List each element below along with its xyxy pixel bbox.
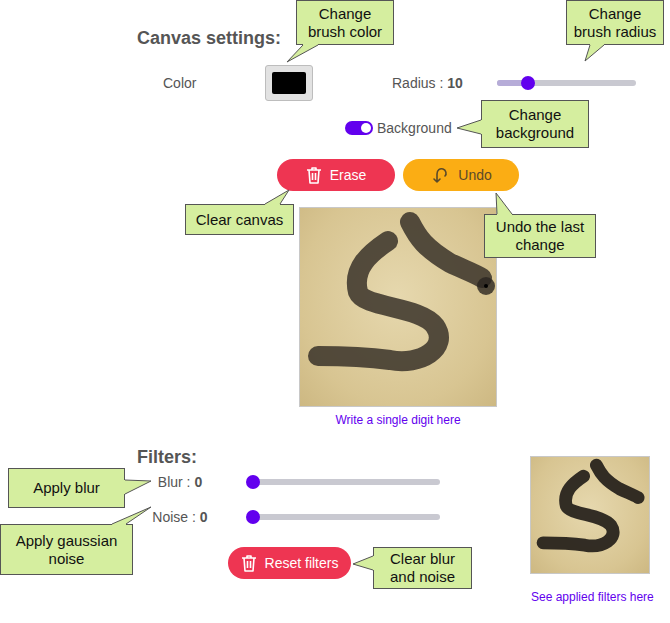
trash-icon — [241, 554, 257, 572]
noise-slider[interactable] — [253, 514, 440, 520]
annotation-callout: Apply gaussian noise — [0, 524, 133, 575]
radius-label: Radius : 10 — [392, 74, 497, 92]
callout-pointer — [112, 507, 151, 526]
drawing-canvas[interactable] — [299, 207, 497, 407]
blur-label: Blur : 0 — [140, 473, 220, 491]
callout-pointer — [123, 480, 151, 494]
slider-thumb[interactable] — [246, 510, 260, 524]
background-toggle[interactable] — [345, 121, 373, 135]
callout-pointer-outline — [496, 193, 512, 214]
blur-label-text: Blur : — [158, 474, 191, 490]
preview-drawing — [531, 457, 649, 573]
callout-pointer — [353, 556, 375, 570]
callout-pointer-outline — [265, 190, 289, 204]
color-picker[interactable] — [265, 65, 313, 101]
filtered-preview — [530, 456, 650, 574]
noise-label: Noise : 0 — [140, 508, 220, 526]
callout-text: Change background — [486, 106, 584, 142]
slider-thumb[interactable] — [521, 76, 535, 90]
button-label: Erase — [330, 168, 367, 182]
digit-drawing — [300, 208, 498, 408]
canvas-caption: Write a single digit here — [299, 412, 497, 428]
slider-thumb[interactable] — [246, 475, 260, 489]
background-label: Background — [377, 119, 452, 137]
callout-pointer-outline — [125, 480, 151, 494]
callout-text: Clear canvas — [196, 211, 284, 229]
callout-pointer-outline — [287, 45, 318, 62]
canvas-buttons: Erase Undo — [0, 159, 670, 191]
preview-caption: See applied filters here — [531, 589, 670, 605]
undo-button[interactable]: Undo — [403, 159, 519, 191]
button-label: Reset filters — [265, 556, 339, 570]
callout-text: Undo the last change — [489, 218, 591, 254]
radius-value: 10 — [447, 75, 463, 91]
button-label: Undo — [458, 168, 491, 182]
settings-row: Color Radius : 10 — [0, 65, 670, 101]
blur-slider[interactable] — [253, 479, 440, 485]
annotation-callout: Undo the last change — [484, 214, 596, 258]
undo-icon — [430, 165, 450, 185]
callout-pointer-outline — [585, 45, 604, 61]
callout-text: Change brush radius — [571, 5, 659, 41]
callout-text: Apply gaussian noise — [5, 532, 128, 568]
callout-pointer-outline — [112, 507, 151, 524]
preview-panel: See applied filters here — [530, 446, 670, 605]
callout-text: Change brush color — [301, 5, 389, 41]
radius-slider[interactable] — [497, 80, 636, 86]
callout-pointer — [287, 43, 318, 62]
annotation-callout: Clear blur and noise — [373, 547, 472, 589]
callout-pointer — [496, 193, 512, 216]
blur-value: 0 — [194, 474, 202, 490]
callout-pointer — [265, 190, 289, 206]
callout-text: Clear blur and noise — [378, 550, 467, 586]
annotation-callout: Change brush color — [296, 0, 394, 45]
noise-value: 0 — [200, 509, 208, 525]
filters-title: Filters: — [0, 446, 530, 468]
erase-button[interactable]: Erase — [277, 159, 395, 191]
reset-filters-button[interactable]: Reset filters — [228, 547, 351, 579]
radius-label-text: Radius : — [392, 75, 443, 91]
callout-pointer-outline — [457, 120, 481, 134]
annotation-callout: Apply blur — [8, 468, 125, 508]
annotation-callout: Clear canvas — [185, 204, 294, 235]
annotation-callout: Change background — [481, 100, 589, 148]
callout-text: Apply blur — [33, 479, 100, 497]
annotation-callout: Change brush radius — [566, 0, 664, 45]
color-label: Color — [163, 74, 265, 92]
callout-pointer-outline — [353, 556, 373, 570]
noise-label-text: Noise : — [152, 509, 196, 525]
toggle-knob — [361, 123, 371, 133]
color-swatch — [272, 72, 306, 94]
trash-icon — [306, 166, 322, 184]
canvas-column: Write a single digit here — [299, 207, 497, 428]
callout-pointer — [585, 43, 604, 61]
callout-pointer — [457, 120, 483, 134]
